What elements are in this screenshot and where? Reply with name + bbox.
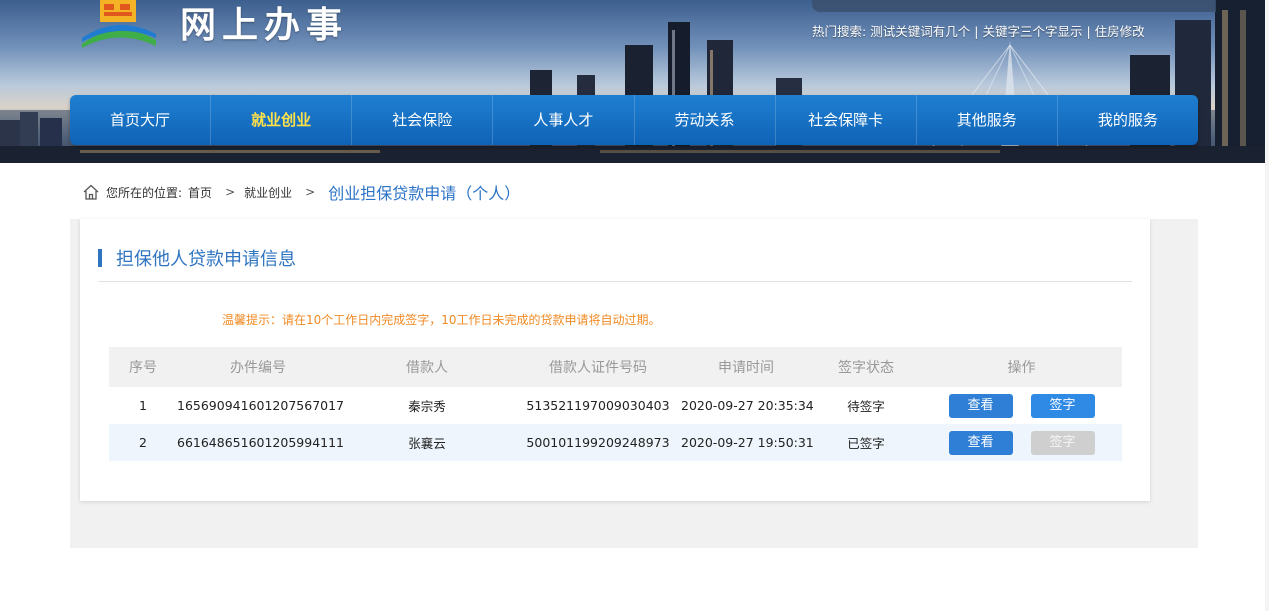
- nav-item-social-security-card[interactable]: 社会保障卡: [776, 95, 917, 145]
- row-no: 2: [139, 435, 147, 450]
- hot-search-topbar: [812, 0, 1216, 12]
- column-header-apply-time: 申请时间: [718, 360, 774, 376]
- column-header-no: 序号: [129, 360, 157, 376]
- loan-application-table: 序号 办件编号 借款人 借款人证件号码 申请时间 签字状态 操作 1 16569…: [109, 347, 1122, 461]
- table-header: 序号 办件编号 借款人 借款人证件号码 申请时间 签字状态 操作: [109, 347, 1122, 387]
- hot-search-link-2[interactable]: 关键字三个字显示: [982, 24, 1082, 39]
- view-button[interactable]: 查看: [948, 430, 1013, 455]
- breadcrumb-home-link[interactable]: 首页: [188, 184, 212, 201]
- section-title: 担保他人贷款申请信息: [98, 247, 296, 270]
- separator: |: [974, 24, 979, 39]
- sign-button-disabled: 签字: [1030, 430, 1095, 455]
- column-header-case-id: 办件编号: [230, 360, 286, 376]
- section-title-text: 担保他人贷款申请信息: [116, 249, 296, 270]
- warm-tip: 温馨提示：请在10个工作日内完成签字，10工作日未完成的贷款申请将自动过期。: [222, 313, 661, 327]
- column-header-borrower: 借款人: [406, 360, 448, 376]
- nav-item-personnel[interactable]: 人事人才: [493, 95, 635, 145]
- view-button[interactable]: 查看: [948, 393, 1013, 418]
- nav-item-social-insurance[interactable]: 社会保险: [352, 95, 494, 145]
- row-no: 1: [139, 398, 147, 413]
- row-id-number: 500101199209248973: [526, 435, 670, 450]
- hot-search-link-3[interactable]: 住房修改: [1095, 24, 1145, 39]
- table-row: 2 661648651601205994111 张襄云 500101199209…: [109, 424, 1122, 461]
- breadcrumb: 您所在的位置: 首页 > 就业创业 > 创业担保贷款申请（个人）: [82, 180, 520, 204]
- hot-search-link-1[interactable]: 测试关键词有几个: [870, 24, 970, 39]
- sign-button[interactable]: 签字: [1030, 393, 1095, 418]
- row-sign-status: 已签字: [847, 436, 885, 451]
- breadcrumb-employment-link[interactable]: 就业创业: [244, 184, 292, 201]
- nav-item-my-services[interactable]: 我的服务: [1058, 95, 1198, 145]
- main-nav: 首页大厅 就业创业 社会保险 人事人才 劳动关系 社会保障卡 其他服务 我的服务: [70, 95, 1198, 145]
- row-apply-time: 2020-09-27 19:50:31: [681, 435, 814, 450]
- breadcrumb-prefix: 您所在的位置:: [106, 185, 183, 200]
- nav-item-employment[interactable]: 就业创业: [211, 95, 353, 145]
- page-scrollbar[interactable]: [1265, 0, 1269, 611]
- government-building-logo-icon: [82, 0, 156, 48]
- row-id-number: 513521197009030403: [526, 398, 670, 413]
- row-actions: 查看 签字: [921, 393, 1122, 418]
- content-card: 担保他人贷款申请信息 温馨提示：请在10个工作日内完成签字，10工作日未完成的贷…: [80, 219, 1150, 501]
- hot-search: 热门搜索: 测试关键词有几个 | 关键字三个字显示 | 住房修改: [812, 21, 1145, 40]
- row-borrower: 秦宗秀: [408, 399, 446, 414]
- site-title: 网上办事: [180, 5, 349, 46]
- row-apply-time: 2020-09-27 20:35:34: [681, 398, 814, 413]
- divider: [98, 281, 1132, 282]
- nav-item-home-hall[interactable]: 首页大厅: [70, 95, 212, 145]
- hot-search-label: 热门搜索:: [812, 24, 867, 39]
- nav-item-other-services[interactable]: 其他服务: [917, 95, 1058, 145]
- table-row: 1 165690941601207567017 秦宗秀 513521197009…: [109, 387, 1122, 424]
- separator: |: [1086, 24, 1091, 39]
- row-actions: 查看 签字: [921, 430, 1122, 455]
- home-icon: [83, 184, 99, 200]
- header-banner: 网上办事 热门搜索: 测试关键词有几个 | 关键字三个字显示 | 住房修改 首页大厅 就…: [0, 0, 1269, 163]
- row-sign-status: 待签字: [847, 399, 885, 414]
- row-borrower: 张襄云: [408, 436, 446, 451]
- breadcrumb-separator: >: [305, 185, 316, 199]
- column-header-actions: 操作: [1007, 360, 1036, 376]
- nav-item-labor-relations[interactable]: 劳动关系: [635, 95, 776, 145]
- row-case-id: 165690941601207567017: [177, 398, 345, 413]
- row-case-id: 661648651601205994111: [177, 435, 345, 450]
- title-accent-bar: [98, 249, 102, 267]
- column-header-sign-status: 签字状态: [838, 360, 894, 376]
- breadcrumb-separator: >: [225, 185, 236, 199]
- column-header-id-number: 借款人证件号码: [549, 360, 647, 376]
- breadcrumb-current: 创业担保贷款申请（个人）: [328, 184, 521, 203]
